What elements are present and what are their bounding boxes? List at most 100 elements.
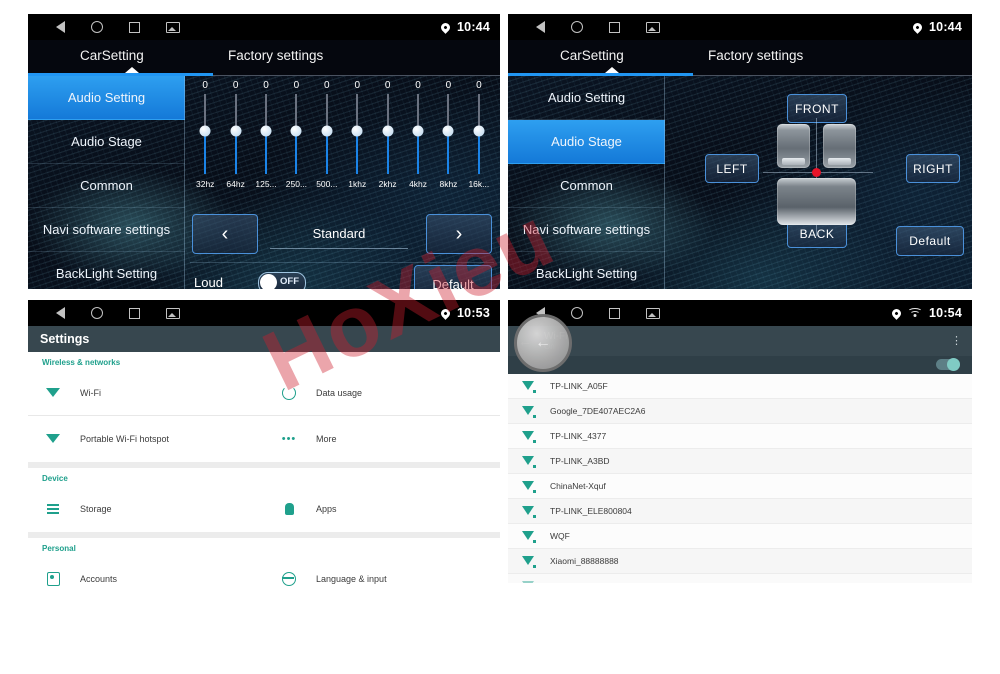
wifi-network-row[interactable]: TP-LINK_A05F	[508, 374, 972, 399]
recent-apps-icon[interactable]	[129, 307, 140, 319]
settings-item-wifi[interactable]: Wi-Fi	[28, 370, 264, 416]
equalizer-band[interactable]: 0 2khz	[372, 80, 402, 210]
tab-carsetting[interactable]: CarSetting	[560, 48, 624, 63]
wifi-network-row[interactable]: Xiaomi_88888888	[508, 549, 972, 574]
home-icon[interactable]	[571, 307, 583, 319]
equalizer-track[interactable]	[382, 94, 394, 174]
group-header-personal: Personal	[42, 544, 76, 553]
recent-apps-icon[interactable]	[609, 307, 620, 319]
equalizer-band[interactable]: 0 250...	[281, 80, 311, 210]
equalizer-knob[interactable]	[290, 125, 302, 137]
loud-toggle[interactable]: OFF	[258, 272, 306, 289]
sidebar-label: Navi software settings	[522, 222, 651, 237]
equalizer-track[interactable]	[351, 94, 363, 174]
equalizer-band[interactable]: 0 1khz	[342, 80, 372, 210]
home-icon[interactable]	[91, 21, 103, 33]
back-icon[interactable]	[56, 307, 65, 319]
location-pin-icon	[911, 20, 924, 34]
home-icon[interactable]	[91, 307, 103, 319]
wifi-network-row[interactable]: Google_7DE407AEC2A6	[508, 399, 972, 424]
accounts-icon	[42, 572, 64, 586]
settings-item-data-usage[interactable]: Data usage	[264, 370, 500, 416]
equalizer-knob[interactable]	[412, 125, 424, 137]
equalizer-track[interactable]	[260, 94, 272, 174]
default-button[interactable]: Default	[414, 265, 492, 289]
overflow-menu-icon[interactable]: ⋮	[951, 336, 962, 347]
car-seat-diagram[interactable]	[763, 118, 873, 236]
tab-factory-settings[interactable]: Factory settings	[708, 48, 803, 63]
equalizer-band[interactable]: 0 16k...	[464, 80, 494, 210]
sidebar-label: Common	[560, 178, 613, 193]
settings-item-accounts[interactable]: Accounts	[28, 556, 264, 590]
sidebar-item-audio-stage[interactable]: Audio Stage	[28, 120, 185, 164]
recent-apps-icon[interactable]	[609, 21, 620, 33]
sidebar-label: Common	[80, 178, 133, 193]
equalizer-track[interactable]	[442, 94, 454, 174]
equalizer-knob[interactable]	[260, 125, 272, 137]
screenshot-icon[interactable]	[166, 21, 180, 33]
settings-item-apps[interactable]: Apps	[264, 486, 500, 532]
wifi-network-list[interactable]: TP-LINK_A05F Google_7DE407AEC2A6 TP-LINK_4…	[508, 374, 972, 583]
equalizer-track[interactable]	[290, 94, 302, 174]
equalizer-knob[interactable]	[230, 125, 242, 137]
sidebar-item-audio-setting[interactable]: Audio Setting	[28, 76, 185, 120]
equalizer-knob[interactable]	[382, 125, 394, 137]
preset-prev-button[interactable]: ‹	[192, 214, 258, 254]
stage-default-button[interactable]: Default	[896, 226, 964, 256]
equalizer-band[interactable]: 0 64hz	[220, 80, 250, 210]
wifi-network-row-partial[interactable]	[508, 574, 972, 583]
sidebar-item-common[interactable]: Common	[28, 164, 185, 208]
preset-next-button[interactable]: ›	[426, 214, 492, 254]
stage-front-button[interactable]: FRONT	[787, 94, 847, 123]
wifi-network-row[interactable]: TP-LINK_A3BD	[508, 449, 972, 474]
settings-item-portable-hotspot[interactable]: Portable Wi-Fi hotspot	[28, 416, 264, 462]
tab-factory-settings[interactable]: Factory settings	[228, 48, 323, 63]
equalizer-track[interactable]	[321, 94, 333, 174]
equalizer-band-label: 250...	[285, 179, 308, 189]
screenshot-icon[interactable]	[166, 307, 180, 319]
audio-setting-body: Audio Setting Audio Stage Common Navi so…	[28, 76, 500, 289]
home-icon[interactable]	[571, 21, 583, 33]
equalizer-track[interactable]	[412, 94, 424, 174]
equalizer-band[interactable]: 0 500...	[312, 80, 342, 210]
equalizer-track[interactable]	[199, 94, 211, 174]
equalizer-band[interactable]: 0 4khz	[403, 80, 433, 210]
stage-left-button[interactable]: LEFT	[705, 154, 759, 183]
stage-right-button[interactable]: RIGHT	[906, 154, 960, 183]
wifi-network-row[interactable]: TP-LINK_ELE800804	[508, 499, 972, 524]
equalizer-band[interactable]: 0 32hz	[190, 80, 220, 210]
sidebar-item-backlight-setting[interactable]: BackLight Setting	[508, 252, 665, 289]
wifi-network-row[interactable]: TP-LINK_4377	[508, 424, 972, 449]
wifi-network-row[interactable]: ChinaNet-Xquf	[508, 474, 972, 499]
back-icon[interactable]	[536, 21, 545, 33]
screenshot-icon[interactable]	[646, 307, 660, 319]
preset-name[interactable]: Standard	[270, 218, 408, 249]
sidebar-item-navi-software-settings[interactable]: Navi software settings	[28, 208, 185, 252]
equalizer-band[interactable]: 0 125...	[251, 80, 281, 210]
back-icon[interactable]	[56, 21, 65, 33]
settings-item-language-input[interactable]: Language & input	[264, 556, 500, 590]
sidebar-item-audio-setting[interactable]: Audio Setting	[508, 76, 665, 120]
tab-carsetting[interactable]: CarSetting	[80, 48, 144, 63]
equalizer-knob[interactable]	[442, 125, 454, 137]
equalizer-band[interactable]: 0 8khz	[433, 80, 463, 210]
settings-item-storage[interactable]: Storage	[28, 486, 264, 532]
wifi-signal-icon	[522, 580, 536, 583]
equalizer-knob[interactable]	[351, 125, 363, 137]
settings-item-more[interactable]: ••• More	[264, 416, 500, 462]
equalizer-track[interactable]	[473, 94, 485, 174]
location-pin-icon	[890, 306, 903, 320]
sidebar-item-common[interactable]: Common	[508, 164, 665, 208]
sidebar-item-backlight-setting[interactable]: BackLight Setting	[28, 252, 185, 289]
sound-focus-marker[interactable]	[812, 168, 821, 177]
equalizer-knob[interactable]	[473, 125, 485, 137]
screenshot-icon[interactable]	[646, 21, 660, 33]
sidebar-item-audio-stage[interactable]: Audio Stage	[508, 120, 665, 164]
equalizer-knob[interactable]	[199, 125, 211, 137]
equalizer-track[interactable]	[230, 94, 242, 174]
wifi-network-row[interactable]: WQF	[508, 524, 972, 549]
recent-apps-icon[interactable]	[129, 21, 140, 33]
equalizer-knob[interactable]	[321, 125, 333, 137]
sidebar-item-navi-software-settings[interactable]: Navi software settings	[508, 208, 665, 252]
wifi-toggle[interactable]	[936, 358, 960, 371]
